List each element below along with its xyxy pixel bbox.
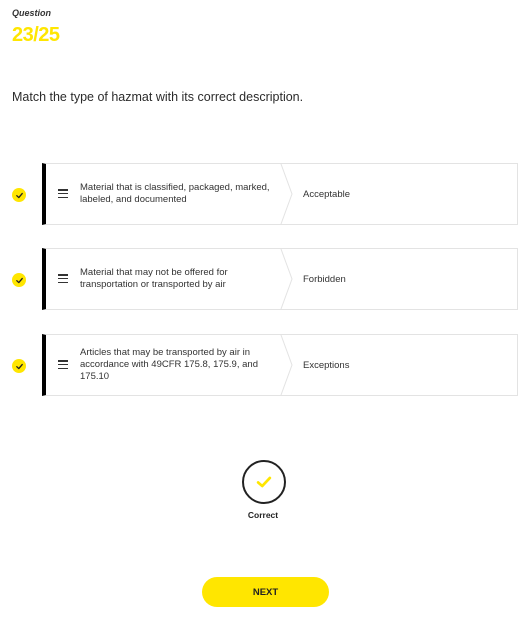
- match-row: Material that is classified, packaged, m…: [0, 163, 526, 227]
- question-counter: 23/25: [12, 24, 60, 46]
- match-row: Articles that may be transported by air …: [0, 334, 526, 398]
- drag-handle-icon[interactable]: [58, 189, 68, 199]
- match-card[interactable]: Material that is classified, packaged, m…: [42, 163, 518, 225]
- match-row: Material that may not be offered for tra…: [0, 248, 526, 312]
- correct-check-icon: [12, 359, 26, 373]
- chevron-divider-icon: [280, 335, 293, 395]
- match-answer: Exceptions: [303, 359, 350, 371]
- result-label: Correct: [247, 510, 279, 520]
- question-prompt: Match the type of hazmat with its correc…: [12, 90, 304, 104]
- match-card[interactable]: Articles that may be transported by air …: [42, 334, 518, 396]
- drag-handle-icon[interactable]: [58, 360, 68, 370]
- question-label: Question: [12, 8, 52, 18]
- match-description: Articles that may be transported by air …: [80, 347, 258, 382]
- chevron-divider-icon: [280, 249, 293, 309]
- match-description: Material that is classified, packaged, m…: [80, 182, 270, 205]
- correct-check-icon: [12, 273, 26, 287]
- drag-handle-icon[interactable]: [58, 274, 68, 284]
- result-check-icon: [242, 460, 286, 504]
- next-button[interactable]: NEXT: [202, 577, 329, 607]
- correct-check-icon: [12, 188, 26, 202]
- match-answer: Acceptable: [303, 188, 351, 200]
- match-description: Material that may not be offered for tra…: [80, 267, 228, 290]
- match-answer: Forbidden: [303, 273, 346, 285]
- chevron-divider-icon: [280, 164, 293, 224]
- match-card[interactable]: Material that may not be offered for tra…: [42, 248, 518, 310]
